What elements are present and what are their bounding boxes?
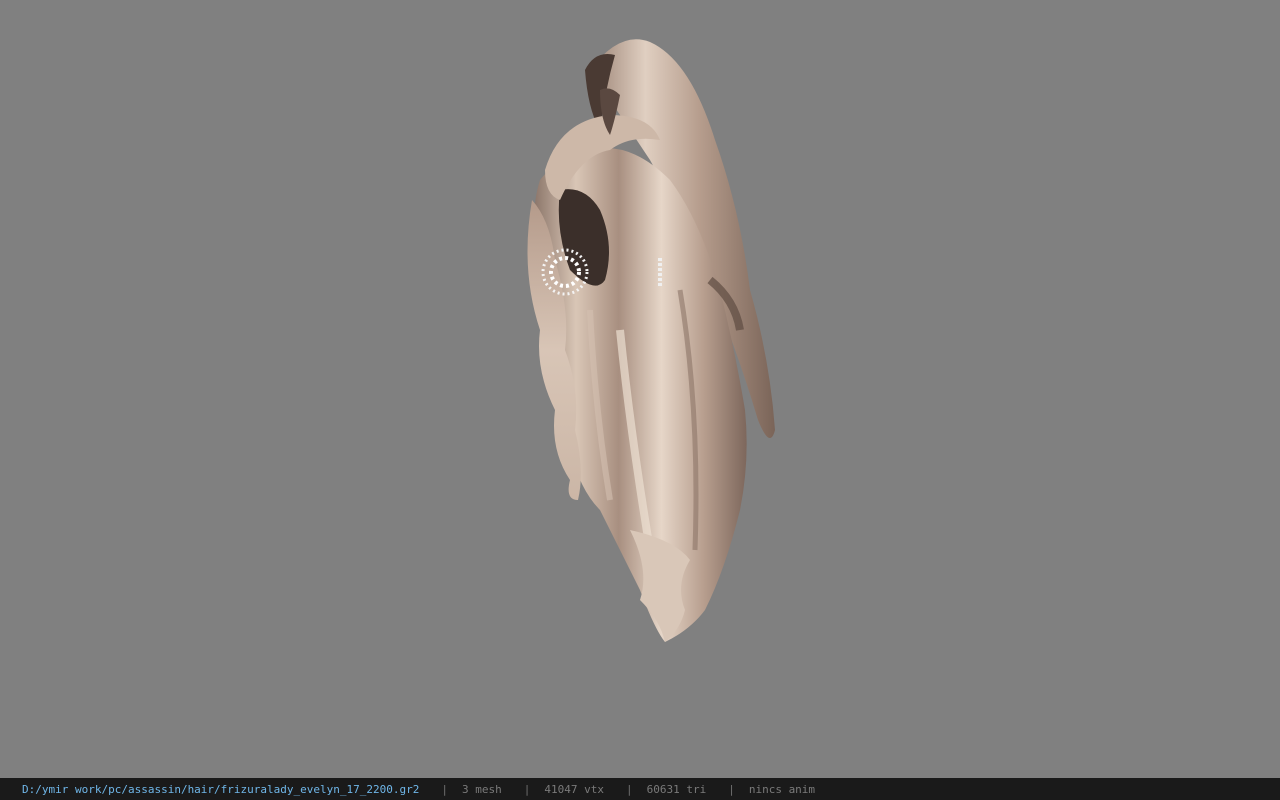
vertex-count: 41047 vtx xyxy=(544,782,604,796)
mesh-count: 3 mesh xyxy=(461,782,502,796)
separator: | xyxy=(728,782,735,796)
hair-model-icon xyxy=(527,39,775,642)
separator: | xyxy=(523,782,531,796)
anim-status: nincs anim xyxy=(748,782,816,796)
3d-viewport[interactable] xyxy=(0,0,1280,778)
separator: | xyxy=(441,782,448,796)
file-path: D:/ymir work/pc/assassin/hair/frizuralad… xyxy=(22,782,420,796)
triangle-count: 60631 tri xyxy=(646,782,707,796)
separator: | xyxy=(625,782,633,796)
status-bar: D:/ymir work/pc/assassin/hair/frizuralad… xyxy=(0,778,1280,800)
